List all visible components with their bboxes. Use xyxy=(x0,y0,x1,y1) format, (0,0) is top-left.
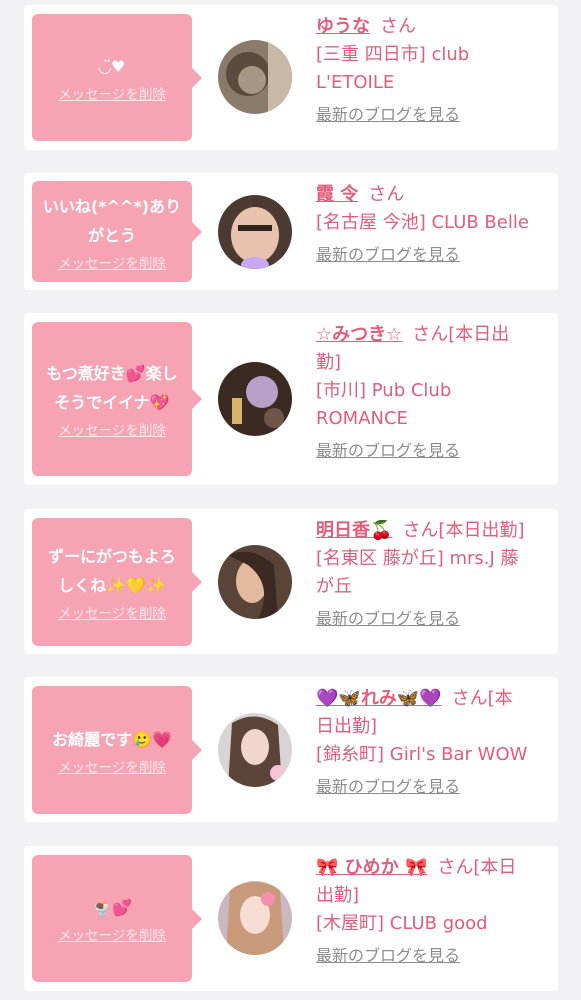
host-name-link[interactable]: 💜🦋れみ🦋💜 xyxy=(316,688,442,709)
message-bubble: もつ煮好き💕楽し そうでイイナ💖 メッセージを削除 xyxy=(32,322,202,476)
message-card: ◡̈♥ メッセージを削除 ゆうな さん [三重 四日市] club L'ETOIL… xyxy=(24,5,558,150)
message-text: 🍨💕 xyxy=(92,898,132,917)
delete-message-link[interactable]: メッセージを削除 xyxy=(58,602,166,622)
shop-name: [名東区 藤が丘] mrs.J 藤 xyxy=(316,548,519,569)
host-name-link[interactable]: ☆みつき☆ xyxy=(316,324,402,345)
host-name-link[interactable]: 霞 令 xyxy=(316,184,358,205)
host-info: 💜🦋れみ🦋💜 さん[本 日出勤] [錦糸町] Girl's Bar WOW 最新の… xyxy=(316,685,552,801)
honorific: さん xyxy=(380,16,416,37)
avatar-photo xyxy=(218,881,292,955)
message-bubble: いいね(*^^*)あり がとう メッセージを削除 xyxy=(32,181,202,282)
honorific: 出勤] xyxy=(316,885,360,906)
avatar-photo xyxy=(218,545,292,619)
avatar[interactable] xyxy=(218,713,292,787)
host-info: 明日香🍒 さん[本日出勤] [名東区 藤が丘] mrs.J 藤 が丘 最新のブログ… xyxy=(316,517,552,633)
message-text: ずーにがつもよろ しくね✨💛✨ xyxy=(48,547,176,595)
avatar-photo xyxy=(218,713,292,787)
avatar[interactable] xyxy=(218,881,292,955)
shop-name: [市川] Pub Club xyxy=(316,380,452,401)
avatar-photo xyxy=(218,362,292,436)
message-bubble: 🍨💕 メッセージを削除 xyxy=(32,855,202,982)
honorific: さん xyxy=(368,184,405,205)
delete-message-link[interactable]: メッセージを削除 xyxy=(58,419,166,439)
message-card: ずーにがつもよろ しくね✨💛✨ メッセージを削除 明日香🍒 さん[本日出勤] [名東… xyxy=(24,509,558,654)
honorific: 勤] xyxy=(316,352,342,373)
honorific: 日出勤] xyxy=(316,716,378,737)
message-card: いいね(*^^*)あり がとう メッセージを削除 霞 令さん [名古屋 今池] C… xyxy=(24,173,558,290)
message-text: ◡̈♥ xyxy=(98,57,126,76)
latest-blog-link[interactable]: 最新のブログを見る xyxy=(316,773,552,801)
message-card: 🍨💕 メッセージを削除 🎀 ひめか 🎀 さん[本日 出勤] [木屋町] CLUB … xyxy=(24,846,558,991)
honorific: さん[本 xyxy=(451,688,513,709)
host-name-link[interactable]: 明日香🍒 xyxy=(316,520,392,541)
delete-message-link[interactable]: メッセージを削除 xyxy=(58,252,166,272)
shop-name: [木屋町] CLUB good xyxy=(316,913,488,934)
delete-message-link[interactable]: メッセージを削除 xyxy=(58,83,166,103)
host-info: 霞 令さん [名古屋 今池] CLUB Belle 最新のブログを見る xyxy=(316,181,552,269)
honorific: さん[本日 xyxy=(437,857,517,878)
latest-blog-link[interactable]: 最新のブログを見る xyxy=(316,437,552,465)
avatar-photo xyxy=(218,195,292,269)
message-bubble: お綺麗です🥲💗 メッセージを削除 xyxy=(32,686,202,814)
latest-blog-link[interactable]: 最新のブログを見る xyxy=(316,101,552,129)
host-info: 🎀 ひめか 🎀 さん[本日 出勤] [木屋町] CLUB good 最新のブログを… xyxy=(316,854,552,970)
shop-name: が丘 xyxy=(316,576,352,597)
message-card: もつ煮好き💕楽し そうでイイナ💖 メッセージを削除 ☆みつき☆ さん[本日出 勤] … xyxy=(24,313,558,485)
honorific: さん[本日出勤] xyxy=(402,520,525,541)
message-text: もつ煮好き💕楽し そうでイイナ💖 xyxy=(46,364,178,412)
shop-name: [名古屋 今池] CLUB Belle xyxy=(316,212,529,233)
shop-name: ROMANCE xyxy=(316,408,408,429)
avatar[interactable] xyxy=(218,40,292,114)
shop-name: [錦糸町] Girl's Bar WOW xyxy=(316,744,528,765)
message-text: お綺麗です🥲💗 xyxy=(52,729,172,749)
avatar-photo xyxy=(218,40,292,114)
host-name-link[interactable]: 🎀 ひめか 🎀 xyxy=(316,857,427,878)
avatar[interactable] xyxy=(218,362,292,436)
message-bubble: ずーにがつもよろ しくね✨💛✨ メッセージを削除 xyxy=(32,518,202,646)
avatar[interactable] xyxy=(218,545,292,619)
shop-name: L'ETOILE xyxy=(316,72,395,93)
delete-message-link[interactable]: メッセージを削除 xyxy=(58,924,166,944)
host-info: ☆みつき☆ さん[本日出 勤] [市川] Pub Club ROMANCE 最新の… xyxy=(316,321,552,465)
message-text: いいね(*^^*)あり がとう xyxy=(42,196,182,245)
shop-name: [三重 四日市] club xyxy=(316,44,470,65)
message-bubble: ◡̈♥ メッセージを削除 xyxy=(32,14,202,141)
honorific: さん[本日出 xyxy=(412,324,510,345)
delete-message-link[interactable]: メッセージを削除 xyxy=(58,756,166,776)
latest-blog-link[interactable]: 最新のブログを見る xyxy=(316,241,552,269)
latest-blog-link[interactable]: 最新のブログを見る xyxy=(316,942,552,970)
host-info: ゆうな さん [三重 四日市] club L'ETOILE 最新のブログを見る xyxy=(316,13,552,129)
message-card: お綺麗です🥲💗 メッセージを削除 💜🦋れみ🦋💜 さん[本 日出勤] [錦糸町] G… xyxy=(24,677,558,822)
avatar[interactable] xyxy=(218,195,292,269)
latest-blog-link[interactable]: 最新のブログを見る xyxy=(316,605,552,633)
host-name-link[interactable]: ゆうな xyxy=(316,16,370,37)
